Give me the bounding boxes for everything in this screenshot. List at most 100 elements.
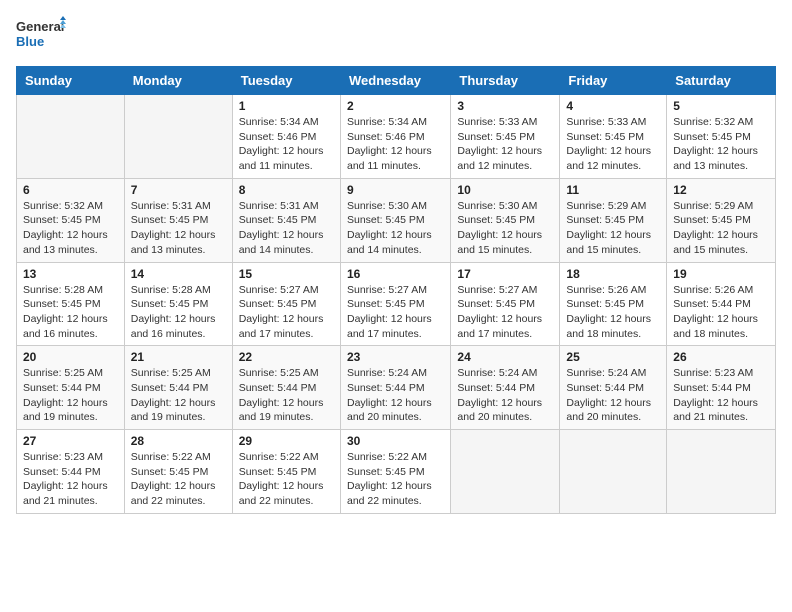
calendar-week-row: 1 Sunrise: 5:34 AMSunset: 5:46 PMDaylight… xyxy=(17,95,776,179)
day-number: 19 xyxy=(673,267,769,281)
day-info: Sunrise: 5:24 AMSunset: 5:44 PMDaylight:… xyxy=(457,366,553,425)
calendar-cell xyxy=(667,430,776,514)
day-info: Sunrise: 5:23 AMSunset: 5:44 PMDaylight:… xyxy=(23,450,118,509)
col-header-thursday: Thursday xyxy=(451,67,560,95)
day-info: Sunrise: 5:24 AMSunset: 5:44 PMDaylight:… xyxy=(566,366,660,425)
calendar-cell: 13 Sunrise: 5:28 AMSunset: 5:45 PMDayligh… xyxy=(17,262,125,346)
day-info: Sunrise: 5:29 AMSunset: 5:45 PMDaylight:… xyxy=(673,199,769,258)
day-number: 14 xyxy=(131,267,226,281)
calendar-cell xyxy=(124,95,232,179)
day-info: Sunrise: 5:31 AMSunset: 5:45 PMDaylight:… xyxy=(131,199,226,258)
day-number: 1 xyxy=(239,99,334,113)
calendar-cell: 22Sunrise: 5:25 AMSunset: 5:44 PMDayligh… xyxy=(232,346,340,430)
day-number: 28 xyxy=(131,434,226,448)
day-number: 8 xyxy=(239,183,334,197)
day-info: Sunrise: 5:34 AMSunset: 5:46 PMDaylight:… xyxy=(239,115,334,174)
calendar-cell: 6 Sunrise: 5:32 AMSunset: 5:45 PMDaylight… xyxy=(17,178,125,262)
calendar-cell: 8Sunrise: 5:31 AMSunset: 5:45 PMDaylight… xyxy=(232,178,340,262)
svg-text:Blue: Blue xyxy=(16,34,44,49)
calendar-cell: 4 Sunrise: 5:33 AMSunset: 5:45 PMDaylight… xyxy=(560,95,667,179)
calendar-cell: 19 Sunrise: 5:26 AMSunset: 5:44 PMDayligh… xyxy=(667,262,776,346)
calendar-cell: 15 Sunrise: 5:27 AMSunset: 5:45 PMDayligh… xyxy=(232,262,340,346)
col-header-sunday: Sunday xyxy=(17,67,125,95)
day-number: 7 xyxy=(131,183,226,197)
day-number: 9 xyxy=(347,183,444,197)
day-info: Sunrise: 5:25 AMSunset: 5:44 PMDaylight:… xyxy=(239,366,334,425)
day-number: 6 xyxy=(23,183,118,197)
calendar-cell: 27 Sunrise: 5:23 AMSunset: 5:44 PMDayligh… xyxy=(17,430,125,514)
calendar-cell: 2 Sunrise: 5:34 AMSunset: 5:46 PMDaylight… xyxy=(340,95,450,179)
col-header-wednesday: Wednesday xyxy=(340,67,450,95)
day-info: Sunrise: 5:30 AMSunset: 5:45 PMDaylight:… xyxy=(457,199,553,258)
day-info: Sunrise: 5:27 AMSunset: 5:45 PMDaylight:… xyxy=(457,283,553,342)
day-number: 3 xyxy=(457,99,553,113)
day-number: 25 xyxy=(566,350,660,364)
calendar-cell: 14 Sunrise: 5:28 AMSunset: 5:45 PMDayligh… xyxy=(124,262,232,346)
calendar-cell: 29 Sunrise: 5:22 AMSunset: 5:45 PMDayligh… xyxy=(232,430,340,514)
day-info: Sunrise: 5:22 AMSunset: 5:45 PMDaylight:… xyxy=(239,450,334,509)
day-number: 26 xyxy=(673,350,769,364)
calendar-cell: 16 Sunrise: 5:27 AMSunset: 5:45 PMDayligh… xyxy=(340,262,450,346)
day-info: Sunrise: 5:22 AMSunset: 5:45 PMDaylight:… xyxy=(131,450,226,509)
day-info: Sunrise: 5:32 AMSunset: 5:45 PMDaylight:… xyxy=(23,199,118,258)
calendar-cell: 18Sunrise: 5:26 AMSunset: 5:45 PMDayligh… xyxy=(560,262,667,346)
day-info: Sunrise: 5:34 AMSunset: 5:46 PMDaylight:… xyxy=(347,115,444,174)
day-number: 29 xyxy=(239,434,334,448)
calendar-cell: 17Sunrise: 5:27 AMSunset: 5:45 PMDayligh… xyxy=(451,262,560,346)
day-info: Sunrise: 5:30 AMSunset: 5:45 PMDaylight:… xyxy=(347,199,444,258)
day-number: 4 xyxy=(566,99,660,113)
calendar-cell xyxy=(451,430,560,514)
day-info: Sunrise: 5:28 AMSunset: 5:45 PMDaylight:… xyxy=(23,283,118,342)
svg-text:General: General xyxy=(16,19,64,34)
logo-graphic: General Blue xyxy=(16,16,66,54)
day-number: 5 xyxy=(673,99,769,113)
day-info: Sunrise: 5:33 AMSunset: 5:45 PMDaylight:… xyxy=(566,115,660,174)
day-number: 13 xyxy=(23,267,118,281)
day-number: 23 xyxy=(347,350,444,364)
calendar-cell: 20Sunrise: 5:25 AMSunset: 5:44 PMDayligh… xyxy=(17,346,125,430)
day-number: 21 xyxy=(131,350,226,364)
col-header-tuesday: Tuesday xyxy=(232,67,340,95)
day-number: 18 xyxy=(566,267,660,281)
calendar-table: SundayMondayTuesdayWednesdayThursdayFrid… xyxy=(16,66,776,514)
day-number: 11 xyxy=(566,183,660,197)
calendar-cell: 3 Sunrise: 5:33 AMSunset: 5:45 PMDaylight… xyxy=(451,95,560,179)
day-number: 27 xyxy=(23,434,118,448)
day-number: 16 xyxy=(347,267,444,281)
calendar-cell xyxy=(560,430,667,514)
calendar-cell: 9 Sunrise: 5:30 AMSunset: 5:45 PMDaylight… xyxy=(340,178,450,262)
day-number: 24 xyxy=(457,350,553,364)
calendar-cell: 7 Sunrise: 5:31 AMSunset: 5:45 PMDaylight… xyxy=(124,178,232,262)
calendar-week-row: 20Sunrise: 5:25 AMSunset: 5:44 PMDayligh… xyxy=(17,346,776,430)
header: General Blue xyxy=(16,16,776,54)
day-info: Sunrise: 5:28 AMSunset: 5:45 PMDaylight:… xyxy=(131,283,226,342)
calendar-cell: 24 Sunrise: 5:24 AMSunset: 5:44 PMDayligh… xyxy=(451,346,560,430)
calendar-cell: 26 Sunrise: 5:23 AMSunset: 5:44 PMDayligh… xyxy=(667,346,776,430)
day-info: Sunrise: 5:26 AMSunset: 5:44 PMDaylight:… xyxy=(673,283,769,342)
day-number: 10 xyxy=(457,183,553,197)
col-header-saturday: Saturday xyxy=(667,67,776,95)
day-info: Sunrise: 5:27 AMSunset: 5:45 PMDaylight:… xyxy=(239,283,334,342)
day-info: Sunrise: 5:25 AMSunset: 5:44 PMDaylight:… xyxy=(131,366,226,425)
calendar-cell: 5 Sunrise: 5:32 AMSunset: 5:45 PMDaylight… xyxy=(667,95,776,179)
calendar-week-row: 6 Sunrise: 5:32 AMSunset: 5:45 PMDaylight… xyxy=(17,178,776,262)
day-info: Sunrise: 5:32 AMSunset: 5:45 PMDaylight:… xyxy=(673,115,769,174)
calendar-cell: 1 Sunrise: 5:34 AMSunset: 5:46 PMDaylight… xyxy=(232,95,340,179)
calendar-week-row: 13 Sunrise: 5:28 AMSunset: 5:45 PMDayligh… xyxy=(17,262,776,346)
calendar-week-row: 27 Sunrise: 5:23 AMSunset: 5:44 PMDayligh… xyxy=(17,430,776,514)
day-info: Sunrise: 5:23 AMSunset: 5:44 PMDaylight:… xyxy=(673,366,769,425)
col-header-monday: Monday xyxy=(124,67,232,95)
day-number: 15 xyxy=(239,267,334,281)
day-number: 2 xyxy=(347,99,444,113)
day-info: Sunrise: 5:27 AMSunset: 5:45 PMDaylight:… xyxy=(347,283,444,342)
calendar-cell: 12 Sunrise: 5:29 AMSunset: 5:45 PMDayligh… xyxy=(667,178,776,262)
calendar-header-row: SundayMondayTuesdayWednesdayThursdayFrid… xyxy=(17,67,776,95)
day-info: Sunrise: 5:24 AMSunset: 5:44 PMDaylight:… xyxy=(347,366,444,425)
day-info: Sunrise: 5:33 AMSunset: 5:45 PMDaylight:… xyxy=(457,115,553,174)
calendar-cell xyxy=(17,95,125,179)
calendar-cell: 21 Sunrise: 5:25 AMSunset: 5:44 PMDayligh… xyxy=(124,346,232,430)
calendar-cell: 28 Sunrise: 5:22 AMSunset: 5:45 PMDayligh… xyxy=(124,430,232,514)
day-number: 12 xyxy=(673,183,769,197)
day-info: Sunrise: 5:22 AMSunset: 5:45 PMDaylight:… xyxy=(347,450,444,509)
calendar-cell: 25 Sunrise: 5:24 AMSunset: 5:44 PMDayligh… xyxy=(560,346,667,430)
